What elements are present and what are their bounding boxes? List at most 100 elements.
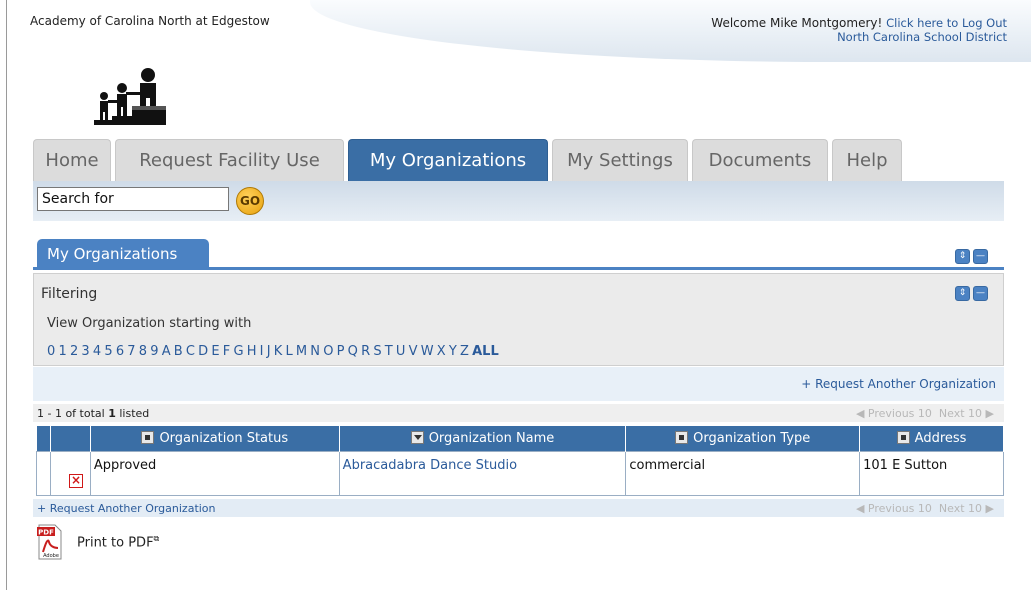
expand-collapse-icon[interactable]: ⇕ (955, 249, 970, 264)
letter-link[interactable]: D (198, 344, 208, 359)
minimize-icon[interactable]: — (973, 249, 988, 264)
filter-section: Filtering ⇕ — View Organization starting… (33, 273, 1004, 366)
letter-link[interactable]: G (233, 344, 243, 359)
bottom-request-another-organization-link[interactable]: + Request Another Organization (37, 502, 216, 515)
previous-page-link[interactable]: Previous 10 (868, 407, 932, 420)
letter-link[interactable]: Q (348, 344, 358, 359)
cell-name: Abracadabra Dance Studio (338, 450, 627, 496)
logout-link[interactable]: Click here to Log Out (886, 16, 1007, 30)
next-page-link[interactable]: Next 10 (939, 407, 982, 420)
print-to-pdf-label[interactable]: Print to PDF⧉ (77, 534, 159, 550)
column-header-address[interactable]: Address (859, 426, 1004, 451)
letter-link[interactable]: M (296, 344, 307, 359)
pager-nav: ◀ Previous 10 Next 10 ▶ (855, 407, 994, 420)
letter-link[interactable]: X (437, 344, 446, 359)
letter-link[interactable]: E (211, 344, 219, 359)
column-header-label: Organization Type (693, 430, 811, 446)
letter-link[interactable]: J (267, 344, 271, 359)
record-count-prefix: 1 - 1 of total (37, 407, 109, 420)
row-action-cell: × (49, 450, 91, 496)
delete-icon[interactable]: × (68, 473, 83, 488)
search-bar: GO (33, 181, 1004, 221)
column-header-type[interactable]: Organization Type (625, 426, 861, 451)
sort-icon[interactable] (896, 430, 910, 444)
filter-description: View Organization starting with (47, 316, 252, 331)
column-header-actions (50, 426, 91, 451)
sort-icon[interactable] (141, 430, 155, 444)
page: Academy of Carolina North at Edgestow We… (0, 0, 1031, 590)
request-another-organization-link[interactable]: + Request Another Organization (801, 377, 996, 391)
panel-divider (33, 267, 1004, 270)
letter-link[interactable]: R (361, 344, 370, 359)
letter-link[interactable]: L (285, 344, 292, 359)
letter-link[interactable]: P (337, 344, 345, 359)
letter-link[interactable]: 2 (70, 344, 78, 359)
filter-title: Filtering (41, 286, 98, 302)
pdf-icon-text: PDF (38, 529, 54, 537)
search-input[interactable] (37, 187, 229, 211)
sort-icon[interactable] (675, 430, 689, 444)
letter-link[interactable]: Y (449, 344, 457, 359)
letter-link[interactable]: 7 (127, 344, 135, 359)
letter-link[interactable]: B (174, 344, 183, 359)
letter-link[interactable]: I (260, 344, 264, 359)
column-header-label: Organization Status (159, 430, 289, 446)
district-link[interactable]: North Carolina School District (837, 30, 1007, 44)
letter-link[interactable]: S (373, 344, 381, 359)
record-count-suffix: listed (115, 407, 150, 420)
filter-minimize-icon[interactable]: — (973, 286, 988, 301)
column-header-name[interactable]: Organization Name (339, 426, 627, 451)
tab-help[interactable]: Help (832, 139, 902, 181)
tab-documents[interactable]: Documents (692, 139, 828, 181)
my-organizations-panel: My Organizations ⇕ — Filtering ⇕ — View … (33, 221, 1004, 590)
record-count-total: 1 (108, 407, 116, 420)
pdf-icon: PDF Adobe (37, 524, 62, 560)
letter-link[interactable]: T (385, 344, 393, 359)
tab-my-settings[interactable]: My Settings (552, 139, 688, 181)
tab-request-facility-use[interactable]: Request Facility Use (115, 139, 344, 181)
letter-link[interactable]: 6 (116, 344, 124, 359)
table-row: × Approved Abracadabra Dance Studio comm… (36, 450, 1004, 496)
filter-expand-icon[interactable]: ⇕ (955, 286, 970, 301)
letter-link[interactable]: F (223, 344, 230, 359)
cell-status: Approved (89, 450, 340, 496)
letter-link[interactable]: 8 (139, 344, 147, 359)
pdf-icon-subtext: Adobe (43, 553, 59, 559)
letter-link[interactable]: Z (460, 344, 469, 359)
print-to-pdf-text: Print to PDF (77, 535, 154, 551)
letter-link[interactable]: 3 (81, 344, 89, 359)
letter-link[interactable]: 9 (150, 344, 158, 359)
letter-filter-links: 0 1 2 3 4 5 6 7 8 9 A B C D E F G H I J K L M N O P Q R S T U V W X Y Z ALL (47, 344, 502, 359)
go-button[interactable]: GO (236, 187, 264, 215)
letter-link-all[interactable]: ALL (472, 344, 499, 359)
letter-link[interactable]: C (186, 344, 195, 359)
letter-link[interactable]: N (310, 344, 320, 359)
bottom-next-page-link[interactable]: Next 10 (939, 502, 982, 515)
letter-link[interactable]: K (274, 344, 283, 359)
tab-my-organizations[interactable]: My Organizations (348, 139, 548, 181)
letter-link[interactable]: 1 (58, 344, 66, 359)
cell-address: 101 E Sutton (859, 450, 1004, 496)
tab-home[interactable]: Home (33, 139, 111, 181)
letter-link[interactable]: H (247, 344, 257, 359)
sort-descending-icon[interactable] (410, 430, 424, 444)
row-spacer-cell (36, 450, 51, 496)
cell-type: commercial (625, 450, 861, 496)
bottom-pager-nav: ◀ Previous 10 Next 10 ▶ (855, 502, 994, 515)
letter-link[interactable]: 4 (93, 344, 101, 359)
column-header-label: Address (914, 430, 967, 446)
organization-name-link[interactable]: Abracadabra Dance Studio (343, 458, 517, 473)
column-header-status[interactable]: Organization Status (90, 426, 340, 451)
letter-link[interactable]: U (396, 344, 406, 359)
letter-link[interactable]: V (409, 344, 418, 359)
letter-link[interactable]: W (421, 344, 434, 359)
letter-link[interactable]: 0 (47, 344, 55, 359)
frame-border (6, 0, 7, 590)
letter-link[interactable]: O (323, 344, 333, 359)
organizations-table: Organization Status Organization Name Or… (36, 426, 1004, 496)
bottom-previous-page-link[interactable]: Previous 10 (868, 502, 932, 515)
letter-link[interactable]: 5 (104, 344, 112, 359)
pager-bar: 1 - 1 of total 1 listed ◀ Previous 10 Ne… (33, 404, 1004, 422)
bottom-pager-bar: + Request Another Organization ◀ Previou… (33, 499, 1004, 517)
letter-link[interactable]: A (162, 344, 171, 359)
